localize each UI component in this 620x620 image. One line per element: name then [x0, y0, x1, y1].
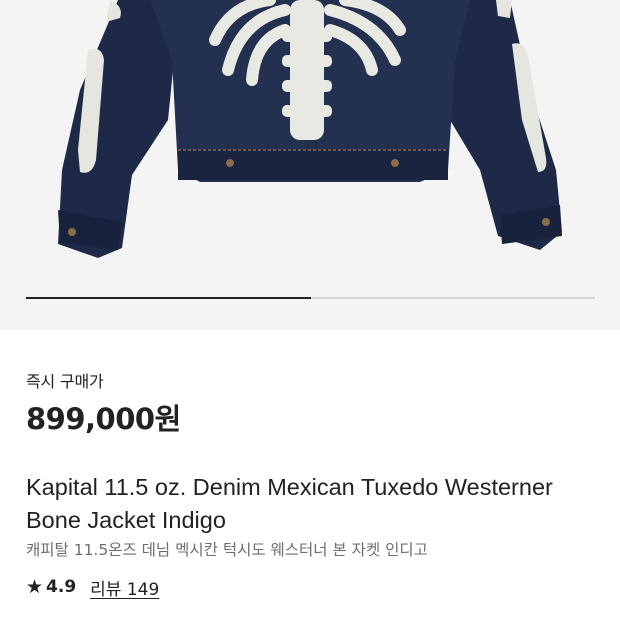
product-title: Kapital 11.5 oz. Denim Mexican Tuxedo We… — [26, 474, 553, 533]
product-price: 899,000원 — [26, 402, 181, 436]
rating-value: 4.9 — [46, 577, 77, 597]
product-subtitle: 캐피탈 11.5온즈 데님 멕시칸 턱시도 웨스터너 본 자켓 인디고 — [26, 541, 428, 559]
gallery-progress-track — [26, 297, 595, 299]
price-label: 즉시 구매가 — [26, 372, 104, 391]
gallery-progress-fill — [26, 297, 311, 299]
star-icon: ★ — [26, 576, 44, 598]
rating-row: ★ 4.9 리뷰 149 — [26, 574, 159, 600]
reviews-link[interactable]: 리뷰 149 — [90, 575, 159, 600]
product-photo — [58, 0, 562, 258]
product-image-area[interactable] — [0, 0, 620, 330]
